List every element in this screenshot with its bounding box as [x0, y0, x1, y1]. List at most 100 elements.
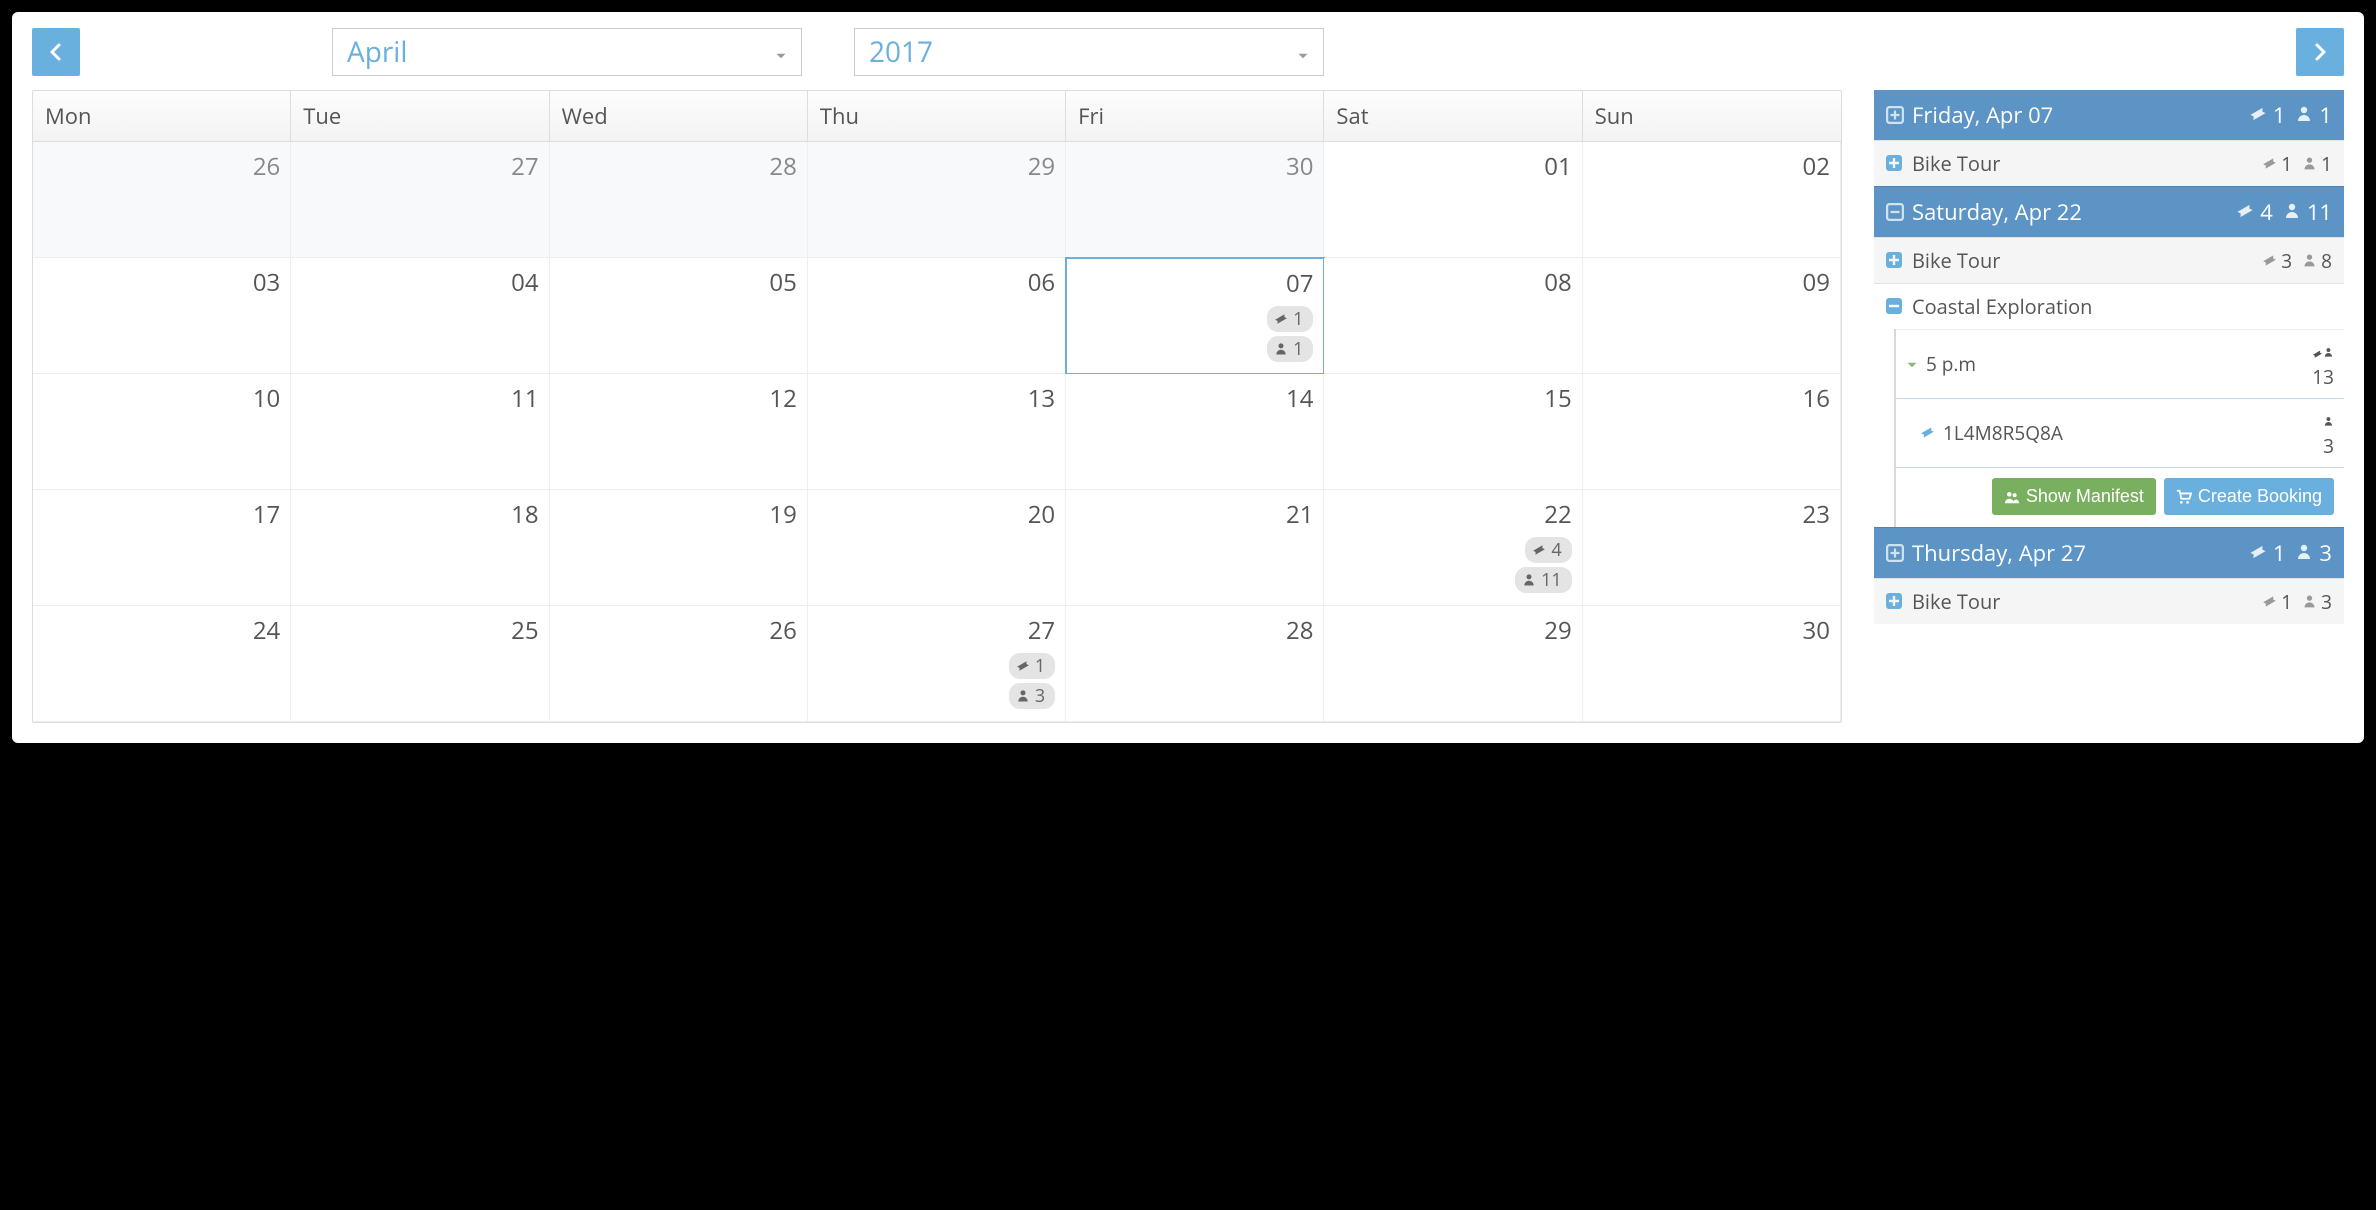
calendar-cell[interactable]: 2713 — [808, 606, 1066, 722]
ticket-icon — [2249, 100, 2267, 130]
people-badge: 11 — [1515, 567, 1572, 593]
caret-down-icon — [775, 33, 787, 71]
month-select[interactable]: April — [332, 28, 802, 76]
person-icon — [2295, 100, 2313, 130]
show-manifest-button[interactable]: Show Manifest — [1992, 478, 2156, 515]
create-booking-button[interactable]: Create Booking — [2164, 478, 2334, 515]
calendar-cell[interactable]: 0711 — [1065, 257, 1325, 375]
content-area: MonTueWedThuFriSatSun 262728293001020304… — [32, 90, 2344, 723]
product-row[interactable]: Bike Tour 3 8 — [1874, 237, 2344, 283]
calendar-cell[interactable]: 13 — [808, 374, 1066, 490]
calendar-cell[interactable]: 20 — [808, 490, 1066, 606]
cell-day-number: 19 — [560, 498, 797, 531]
people-count: 3 — [2319, 538, 2332, 568]
ticket-badge: 1 — [1267, 306, 1313, 332]
ticket-count: 1 — [2273, 100, 2286, 130]
cell-day-number: 16 — [1593, 382, 1830, 415]
calendar-cell[interactable]: 26 — [33, 142, 291, 258]
day-group-title: Thursday, Apr 27 — [1912, 538, 2086, 568]
booking-code-row[interactable]: 1L4M8R5Q8A 3 — [1896, 398, 2344, 468]
product-name: Bike Tour — [1912, 588, 2000, 615]
button-label: Show Manifest — [2026, 486, 2144, 507]
cell-badges: 411 — [1334, 537, 1571, 593]
calendar-cell[interactable]: 28 — [550, 142, 808, 258]
collapse-icon — [1886, 293, 1902, 320]
cell-badges: 11 — [1077, 306, 1313, 362]
calendar-cell[interactable]: 30 — [1583, 606, 1841, 722]
person-icon — [1522, 573, 1536, 587]
calendar-cell[interactable]: 04 — [291, 258, 549, 374]
nested-details: 5 p.m 1 3 1L4M8R5Q8A 3 Show — [1894, 329, 2344, 527]
ticket-icon — [1532, 543, 1546, 557]
calendar-cell[interactable]: 05 — [550, 258, 808, 374]
cell-day-number: 05 — [560, 266, 797, 299]
chevron-left-icon — [46, 42, 66, 62]
cell-day-number: 02 — [1593, 150, 1830, 183]
product-row[interactable]: Bike Tour 1 3 — [1874, 578, 2344, 624]
cell-day-number: 23 — [1593, 498, 1830, 531]
calendar-cell[interactable]: 29 — [808, 142, 1066, 258]
calendar-body: 2627282930010203040506071108091011121314… — [33, 142, 1841, 722]
product-name: Bike Tour — [1912, 247, 2000, 274]
calendar-cell[interactable]: 01 — [1324, 142, 1582, 258]
calendar-cell[interactable]: 06 — [808, 258, 1066, 374]
person-icon — [1016, 689, 1030, 703]
day-group-header[interactable]: Thursday, Apr 27 1 3 — [1874, 527, 2344, 578]
calendar-cell[interactable]: 28 — [1066, 606, 1324, 722]
next-month-button[interactable] — [2296, 28, 2344, 76]
people-count: 1 — [2319, 100, 2332, 130]
calendar-cell[interactable]: 12 — [550, 374, 808, 490]
calendar-cell[interactable]: 22411 — [1324, 490, 1582, 606]
year-select[interactable]: 2017 — [854, 28, 1324, 76]
cell-day-number: 08 — [1334, 266, 1571, 299]
cell-day-number: 14 — [1076, 382, 1313, 415]
calendar-cell[interactable]: 08 — [1324, 258, 1582, 374]
cell-day-number: 18 — [301, 498, 538, 531]
calendar-cell[interactable]: 27 — [291, 142, 549, 258]
calendar-cell[interactable]: 03 — [33, 258, 291, 374]
ticket-icon — [2236, 197, 2254, 227]
calendar-cell[interactable]: 26 — [550, 606, 808, 722]
time-slot-row[interactable]: 5 p.m 1 3 — [1896, 329, 2344, 398]
chevron-right-icon — [2310, 42, 2330, 62]
cell-day-number: 25 — [301, 614, 538, 647]
calendar-cell[interactable]: 19 — [550, 490, 808, 606]
product-row[interactable]: Bike Tour 1 1 — [1874, 140, 2344, 186]
calendar-cell[interactable]: 29 — [1324, 606, 1582, 722]
collapse-icon — [1886, 203, 1904, 221]
day-group-header[interactable]: Friday, Apr 07 1 1 — [1874, 90, 2344, 140]
calendar-cell[interactable]: 15 — [1324, 374, 1582, 490]
calendar-cell[interactable]: 23 — [1583, 490, 1841, 606]
cell-day-number: 27 — [818, 614, 1055, 647]
calendar-cell[interactable]: 14 — [1066, 374, 1324, 490]
cell-day-number: 12 — [560, 382, 797, 415]
calendar-cell[interactable]: 25 — [291, 606, 549, 722]
calendar-cell[interactable]: 24 — [33, 606, 291, 722]
calendar-cell[interactable]: 30 — [1066, 142, 1324, 258]
calendar-cell[interactable]: 09 — [1583, 258, 1841, 374]
cell-day-number: 06 — [818, 266, 1055, 299]
calendar-cell[interactable]: 10 — [33, 374, 291, 490]
calendar-cell[interactable]: 18 — [291, 490, 549, 606]
person-icon — [1274, 342, 1288, 356]
day-group-header[interactable]: Saturday, Apr 22 4 11 — [1874, 186, 2344, 237]
product-row-expanded[interactable]: Coastal Exploration — [1874, 283, 2344, 329]
calendar-cell[interactable]: 02 — [1583, 142, 1841, 258]
expand-icon — [1886, 588, 1902, 615]
calendar-cell[interactable]: 11 — [291, 374, 549, 490]
people-count: 3 — [2323, 364, 2334, 390]
expand-icon — [1886, 150, 1902, 177]
people-count: 11 — [2307, 197, 2332, 227]
calendar-cell[interactable]: 21 — [1066, 490, 1324, 606]
caret-down-icon — [1297, 33, 1309, 71]
cell-day-number: 26 — [560, 614, 797, 647]
people-count: 3 — [2323, 433, 2334, 459]
month-select-value: April — [347, 33, 407, 71]
prev-month-button[interactable] — [32, 28, 80, 76]
calendar-cell[interactable]: 17 — [33, 490, 291, 606]
ticket-icon — [2312, 350, 2323, 358]
person-icon — [2302, 594, 2317, 609]
expand-icon — [1886, 106, 1904, 124]
cell-day-number: 30 — [1593, 614, 1830, 647]
calendar-cell[interactable]: 16 — [1583, 374, 1841, 490]
